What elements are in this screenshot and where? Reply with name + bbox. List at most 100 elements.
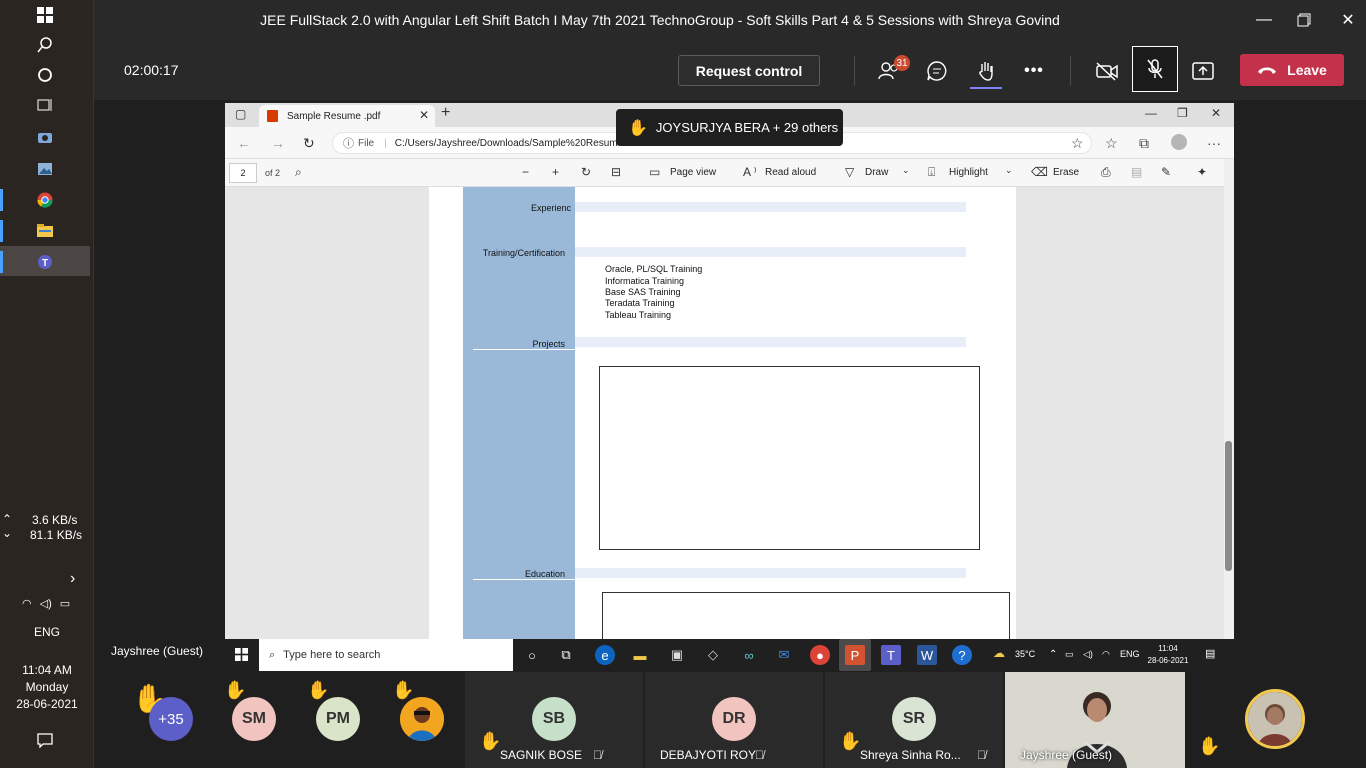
pdf-scrollbar[interactable] xyxy=(1224,159,1234,639)
draw-button[interactable]: Draw xyxy=(865,167,888,178)
participant-tile[interactable]: ✋ SM xyxy=(220,672,300,768)
clock-time[interactable]: 11:04 AM xyxy=(0,663,94,677)
cortana-icon[interactable]: ○ xyxy=(522,645,542,665)
more-icon[interactable]: ··· xyxy=(1207,135,1221,151)
collections-icon[interactable]: ⧉ xyxy=(1139,135,1149,152)
file-explorer-icon[interactable]: ▬ xyxy=(630,645,650,665)
volume-icon[interactable]: ◁) xyxy=(40,597,52,610)
edge-icon[interactable]: e xyxy=(595,645,615,665)
task-view-icon[interactable] xyxy=(34,94,56,116)
language-indicator[interactable]: ENG xyxy=(0,625,94,639)
zoom-in-icon[interactable]: + xyxy=(552,165,559,179)
highlight-icon[interactable]: ⍗ xyxy=(928,165,935,180)
close-icon[interactable]: ✕ xyxy=(1211,106,1221,120)
file-explorer-icon[interactable] xyxy=(34,220,56,242)
powerpoint-icon[interactable]: P xyxy=(845,645,865,665)
dropbox-icon[interactable]: ◇ xyxy=(703,645,723,665)
help-icon[interactable]: ? xyxy=(952,645,972,665)
participant-tile[interactable]: ✋ PM xyxy=(305,672,385,768)
eraser-icon[interactable]: ⌫ xyxy=(1031,165,1048,179)
highlight-button[interactable]: Highlight xyxy=(949,167,988,178)
chrome-icon[interactable] xyxy=(34,189,56,211)
remote-language[interactable]: ENG xyxy=(1120,649,1140,659)
pdf-viewport[interactable]: Experienc Training/Certification Oracle,… xyxy=(225,187,1225,639)
minimize-icon[interactable]: — xyxy=(1145,106,1157,120)
page-view-button[interactable]: Page view xyxy=(670,167,716,178)
favorites-icon[interactable]: ☆ xyxy=(1105,135,1118,152)
notification-icon[interactable]: ▤ xyxy=(1205,647,1215,660)
cortana-icon[interactable] xyxy=(34,64,56,86)
weather-temp[interactable]: 35°C xyxy=(1015,649,1035,659)
erase-button[interactable]: Erase xyxy=(1053,167,1079,178)
maximize-icon[interactable]: ❐ xyxy=(1177,106,1188,120)
rotate-icon[interactable]: ↻ xyxy=(581,165,591,179)
windows-start-icon[interactable] xyxy=(235,648,248,661)
notification-icon[interactable] xyxy=(34,729,56,751)
mail-icon[interactable]: ✉ xyxy=(774,645,794,665)
my-avatar[interactable] xyxy=(1245,689,1305,749)
overflow-count[interactable]: +35 xyxy=(149,697,193,741)
page-number-input[interactable]: 2 xyxy=(229,163,257,183)
weather-icon[interactable]: ☁ xyxy=(993,646,1005,660)
teams-icon[interactable]: T xyxy=(881,645,901,665)
pin-icon[interactable]: ✦ xyxy=(1197,165,1207,179)
teams-icon[interactable]: T xyxy=(34,251,56,273)
raise-hand-icon[interactable] xyxy=(973,58,999,84)
windows-start-icon[interactable] xyxy=(34,4,56,26)
new-tab-icon[interactable]: + xyxy=(441,104,450,122)
participant-tile[interactable]: ✋ xyxy=(390,672,460,768)
overflow-participants[interactable]: ✋ +35 xyxy=(130,672,220,768)
page-view-icon[interactable]: ▭ xyxy=(649,165,660,179)
infinity-app-icon[interactable]: ∞ xyxy=(739,645,759,665)
share-screen-icon[interactable] xyxy=(1190,58,1216,84)
remote-search-box[interactable]: ⌕ Type here to search xyxy=(259,639,513,671)
maximize-icon[interactable] xyxy=(1290,8,1318,32)
forward-icon[interactable]: → xyxy=(271,135,285,151)
chevron-up-icon[interactable]: ⌃ xyxy=(1049,649,1057,660)
camera-off-icon[interactable] xyxy=(1094,58,1120,84)
close-tab-icon[interactable]: ✕ xyxy=(419,108,429,122)
store-icon[interactable]: ▣ xyxy=(667,645,687,665)
volume-icon[interactable]: ◁) xyxy=(1083,649,1093,660)
browser-tab[interactable]: Sample Resume .pdf ✕ xyxy=(259,105,435,127)
chat-icon[interactable] xyxy=(924,58,950,84)
more-options-icon[interactable]: ••• xyxy=(1021,58,1047,84)
wifi-icon[interactable]: ◠ xyxy=(22,597,32,610)
chevron-right-icon[interactable]: › xyxy=(70,570,75,588)
tab-actions-icon[interactable]: ▢ xyxy=(235,107,246,121)
refresh-icon[interactable]: ↻ xyxy=(303,135,315,152)
print-icon[interactable]: ⎙ xyxy=(1101,165,1111,180)
battery-icon[interactable]: ▭ xyxy=(1065,649,1074,660)
save-as-icon[interactable]: ✎ xyxy=(1161,165,1171,179)
participant-video-tile[interactable]: Jayshree (Guest) xyxy=(1005,672,1185,768)
leave-button[interactable]: Leave xyxy=(1240,54,1344,86)
search-icon[interactable] xyxy=(34,34,56,56)
read-aloud-button[interactable]: Read aloud xyxy=(765,167,816,178)
scrollbar-thumb[interactable] xyxy=(1225,441,1232,571)
profile-avatar[interactable] xyxy=(1171,134,1187,150)
zoom-out-icon[interactable]: − xyxy=(522,165,529,179)
wifi-icon[interactable]: ◠ xyxy=(1102,649,1110,660)
info-icon[interactable]: ⓘ xyxy=(343,135,354,151)
word-icon[interactable]: W xyxy=(917,645,937,665)
participant-tile[interactable]: SB ✋ SAGNIK BOSE 🎙̸ xyxy=(465,672,643,768)
save-icon[interactable]: ▤ xyxy=(1131,165,1142,179)
participant-tile[interactable]: SR ✋ Shreya Sinha Ro... 🎙̸ xyxy=(825,672,1003,768)
search-icon[interactable]: ⌕ xyxy=(295,165,302,180)
mic-muted-button[interactable] xyxy=(1132,46,1178,92)
read-aloud-icon[interactable]: A͏ ⁾ xyxy=(743,165,757,179)
draw-icon[interactable]: ▽ xyxy=(845,165,854,179)
favorite-star-icon[interactable]: ☆ xyxy=(1071,135,1084,152)
request-control-button[interactable]: Request control xyxy=(678,55,820,86)
chrome-icon[interactable]: ● xyxy=(810,645,830,665)
chevron-down-icon[interactable]: ⌄ xyxy=(1005,165,1013,176)
close-icon[interactable]: ✕ xyxy=(1334,8,1362,32)
task-view-icon[interactable]: ⧉ xyxy=(556,645,576,665)
participant-tile[interactable]: DR DEBAJYOTI ROY 🎙̸ xyxy=(645,672,823,768)
chevron-down-icon[interactable]: ⌄ xyxy=(902,165,910,176)
battery-icon[interactable]: ▭ xyxy=(60,597,70,610)
minimize-icon[interactable]: — xyxy=(1250,8,1278,32)
fit-page-icon[interactable]: ⊟ xyxy=(611,165,621,179)
remote-clock[interactable]: 11:04 28-06-2021 xyxy=(1143,643,1193,667)
camera-app-icon[interactable] xyxy=(34,126,56,148)
